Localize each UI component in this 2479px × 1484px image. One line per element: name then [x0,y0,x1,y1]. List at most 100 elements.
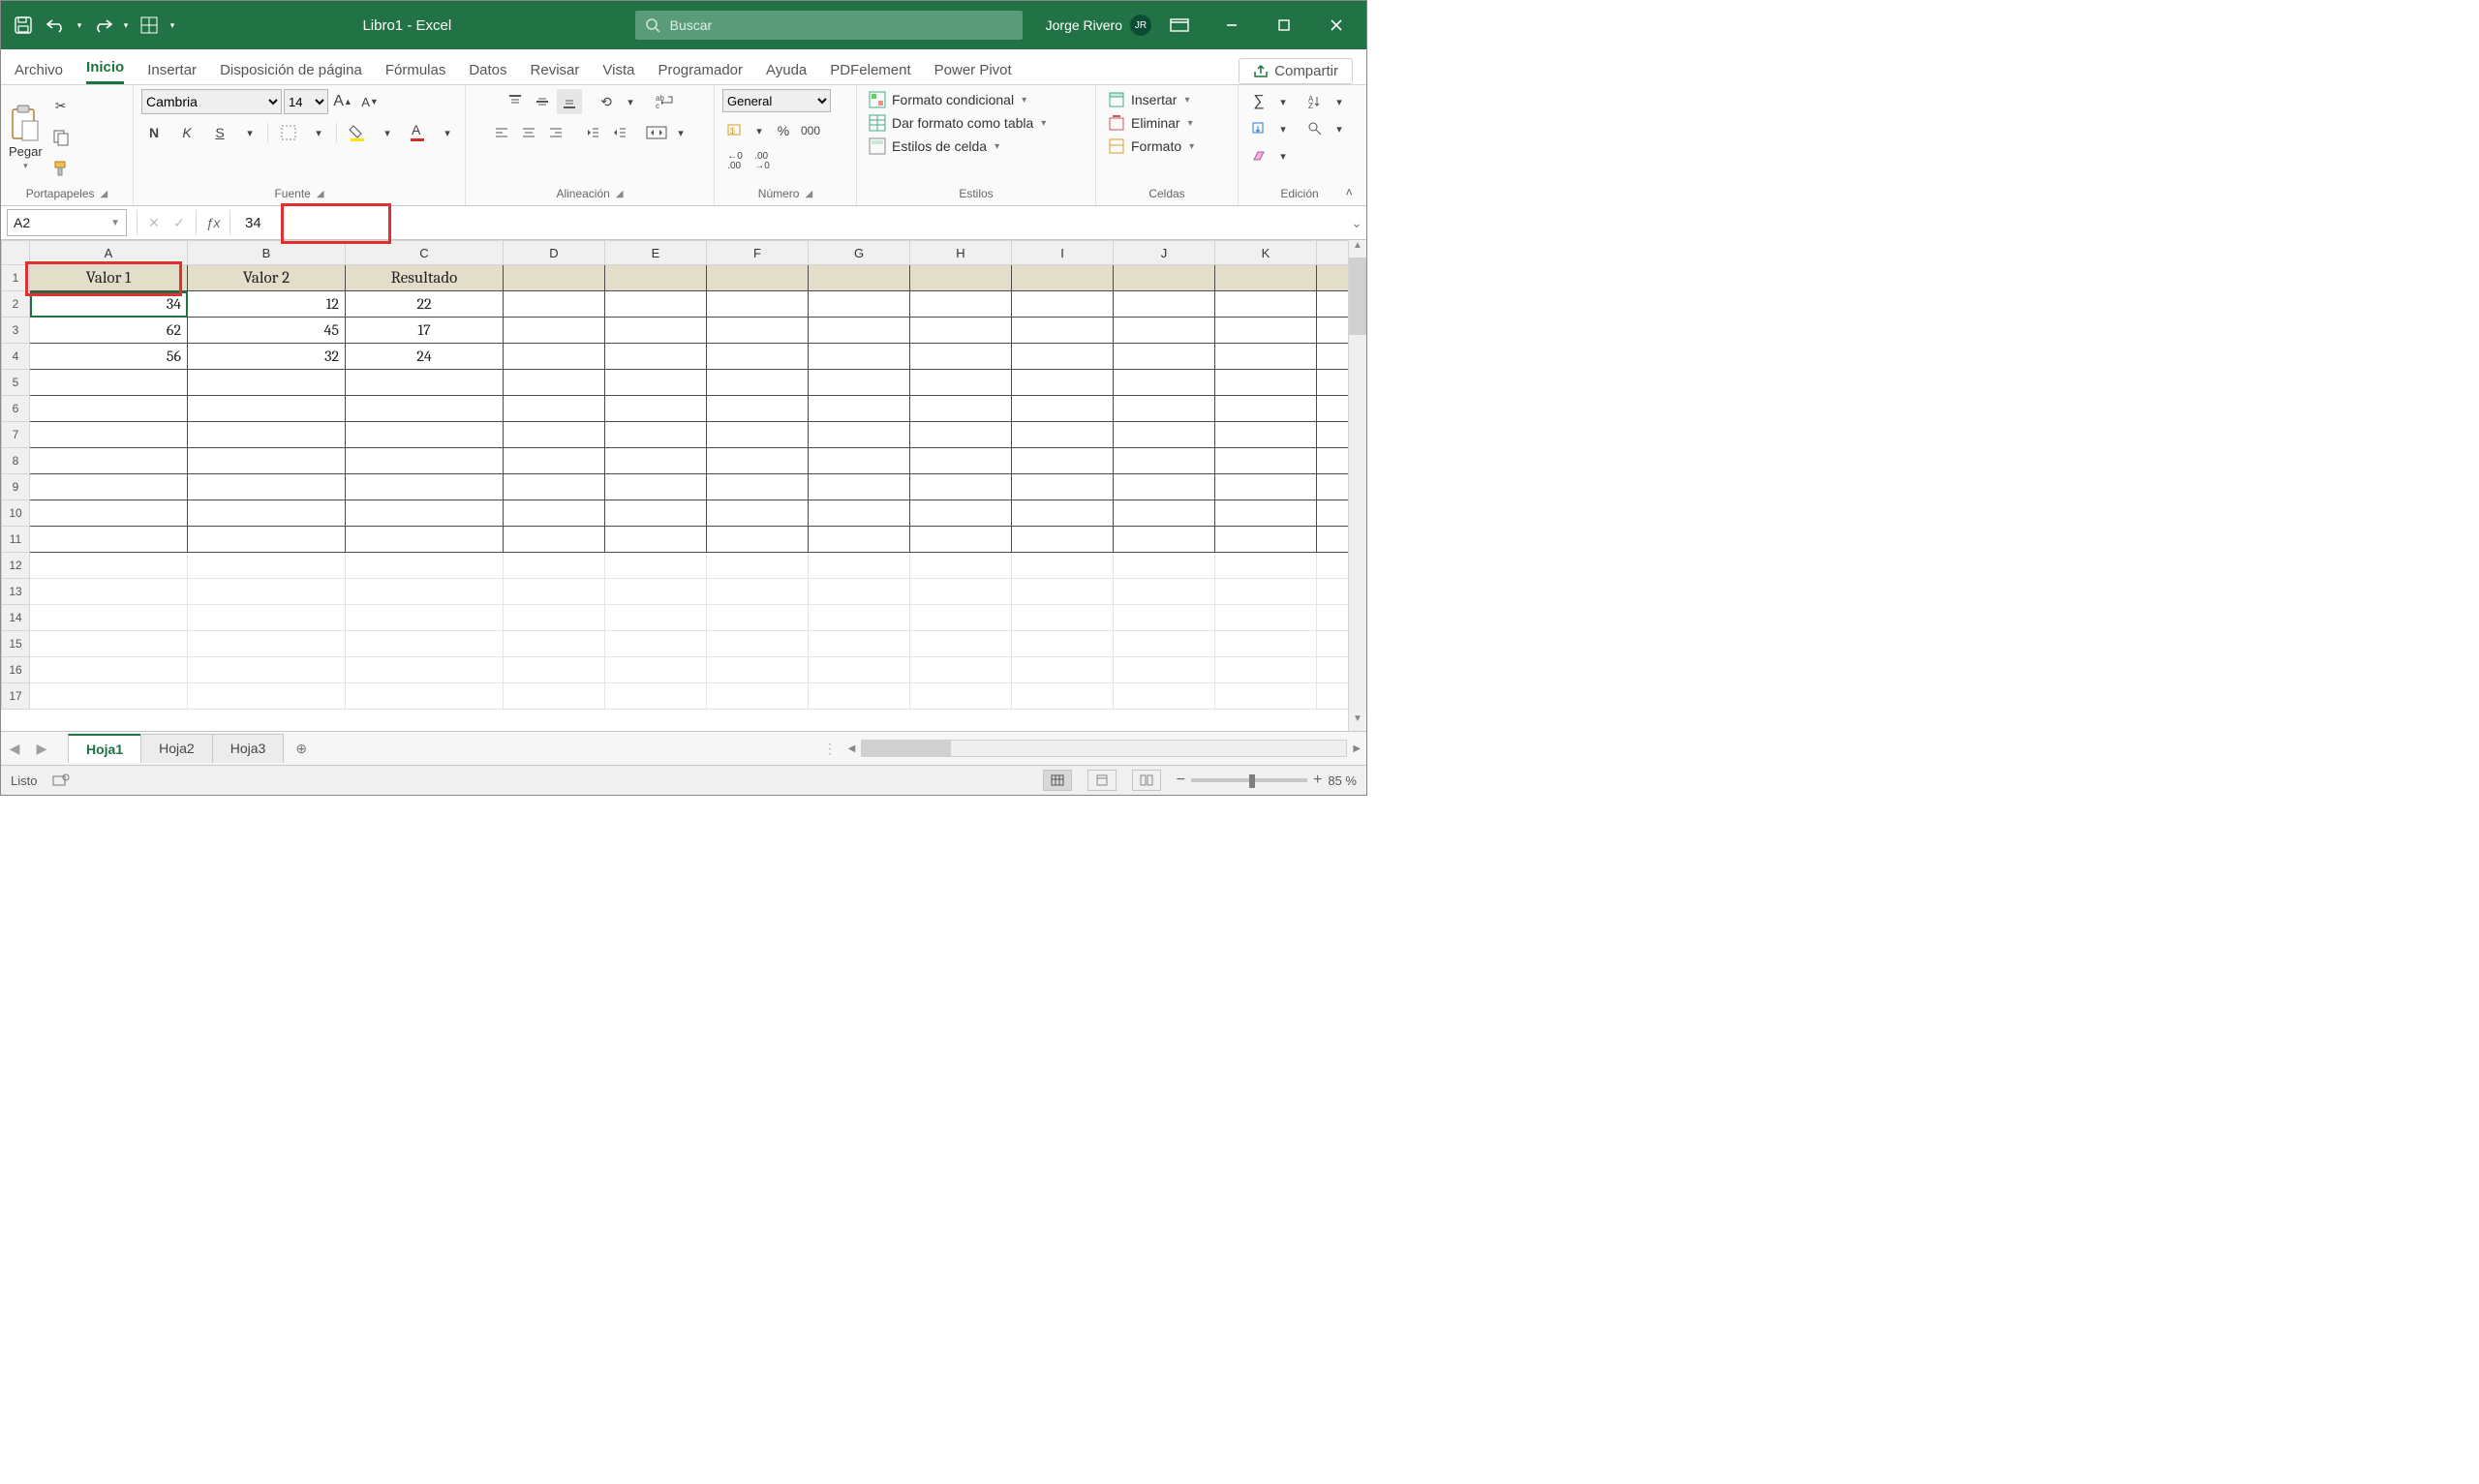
cell[interactable] [188,527,346,553]
column-header[interactable]: E [605,241,707,265]
cell[interactable] [605,631,707,657]
cell[interactable] [30,527,188,553]
cell[interactable] [910,631,1012,657]
cell[interactable] [809,344,910,370]
cell[interactable] [30,474,188,500]
number-dialog-launcher[interactable]: ◢ [805,189,812,199]
bold-button[interactable]: N [141,120,167,145]
cell[interactable] [1114,318,1215,344]
autosum-dropdown[interactable]: ▾ [1273,92,1293,111]
cell[interactable] [346,631,504,657]
font-color-button[interactable]: A [405,120,430,145]
cell[interactable] [809,657,910,683]
cell[interactable] [504,291,605,318]
increase-decimal[interactable]: ←0.00 [722,149,748,174]
sheet-tab[interactable]: Hoja2 [140,734,213,763]
cell[interactable] [504,683,605,710]
new-sheet-button[interactable]: ⊕ [295,741,307,757]
cell[interactable] [1114,683,1215,710]
cell[interactable] [188,370,346,396]
cell[interactable] [504,605,605,631]
cell[interactable] [1215,396,1317,422]
cell[interactable] [910,291,1012,318]
insert-cells[interactable]: Insertar▾ [1104,89,1194,110]
merge-dropdown[interactable]: ▾ [671,123,690,142]
cell[interactable] [504,657,605,683]
cell[interactable] [504,318,605,344]
collapse-ribbon[interactable]: ˄ [1345,185,1353,199]
maximize-button[interactable] [1260,1,1308,49]
cell[interactable] [1114,474,1215,500]
cell[interactable] [1317,500,1349,527]
orientation-dropdown[interactable]: ▾ [621,92,640,111]
row-header[interactable]: 5 [2,370,30,396]
cell[interactable] [910,448,1012,474]
cell[interactable]: 32 [188,344,346,370]
cell[interactable] [1215,370,1317,396]
autosum[interactable]: ∑ [1246,89,1271,114]
cell[interactable] [1215,631,1317,657]
cell[interactable] [605,265,707,291]
sheet-nav-prev[interactable]: ◀ [1,741,28,757]
cell[interactable] [1114,448,1215,474]
account-button[interactable]: Jorge Rivero JR [1046,15,1151,36]
cell[interactable] [809,318,910,344]
cell[interactable] [504,396,605,422]
merge-center[interactable] [644,120,669,145]
row-header[interactable]: 4 [2,344,30,370]
cell[interactable] [1317,631,1349,657]
cell[interactable]: 24 [346,344,504,370]
cell[interactable] [605,344,707,370]
cell[interactable] [1215,657,1317,683]
font-name-select[interactable]: Cambria [141,89,282,114]
column-header[interactable]: J [1114,241,1215,265]
row-header[interactable]: 13 [2,579,30,605]
row-header[interactable]: 2 [2,291,30,318]
cell[interactable] [30,553,188,579]
column-header[interactable]: D [504,241,605,265]
cell[interactable] [188,396,346,422]
column-header[interactable]: K [1215,241,1317,265]
percent-format[interactable]: % [771,118,796,143]
cell[interactable] [346,553,504,579]
cell[interactable] [707,448,809,474]
cell[interactable] [1215,318,1317,344]
ribbon-display-options[interactable] [1155,1,1204,49]
cell[interactable] [504,474,605,500]
cell[interactable] [707,422,809,448]
column-header[interactable]: A [30,241,188,265]
cell[interactable] [910,265,1012,291]
row-header[interactable]: 15 [2,631,30,657]
paste-button[interactable]: Pegar ▾ [9,104,43,171]
cell[interactable] [707,579,809,605]
cell[interactable] [809,605,910,631]
comma-format[interactable]: 000 [798,118,823,143]
copy-button[interactable] [48,125,74,150]
cell[interactable] [1215,683,1317,710]
row-header[interactable]: 9 [2,474,30,500]
cell[interactable] [1317,553,1349,579]
align-top[interactable] [503,89,528,114]
row-header[interactable]: 8 [2,448,30,474]
cell[interactable] [1012,265,1114,291]
row-header[interactable]: 7 [2,422,30,448]
align-right[interactable] [543,120,568,145]
cell[interactable] [1012,527,1114,553]
cell[interactable] [1114,553,1215,579]
cell[interactable] [1012,579,1114,605]
ribbon-tab-insertar[interactable]: Insertar [147,58,197,84]
row-header[interactable]: 3 [2,318,30,344]
cell[interactable] [1317,396,1349,422]
cell[interactable] [1012,631,1114,657]
cell[interactable] [30,579,188,605]
find-select[interactable] [1302,116,1328,141]
cell[interactable] [188,605,346,631]
fill-color-button[interactable] [345,120,370,145]
undo-button[interactable] [40,9,73,42]
cell[interactable] [707,657,809,683]
cell[interactable] [1012,291,1114,318]
cell[interactable] [809,474,910,500]
cell[interactable] [1317,265,1349,291]
cell[interactable] [504,422,605,448]
font-size-select[interactable]: 14 [284,89,328,114]
